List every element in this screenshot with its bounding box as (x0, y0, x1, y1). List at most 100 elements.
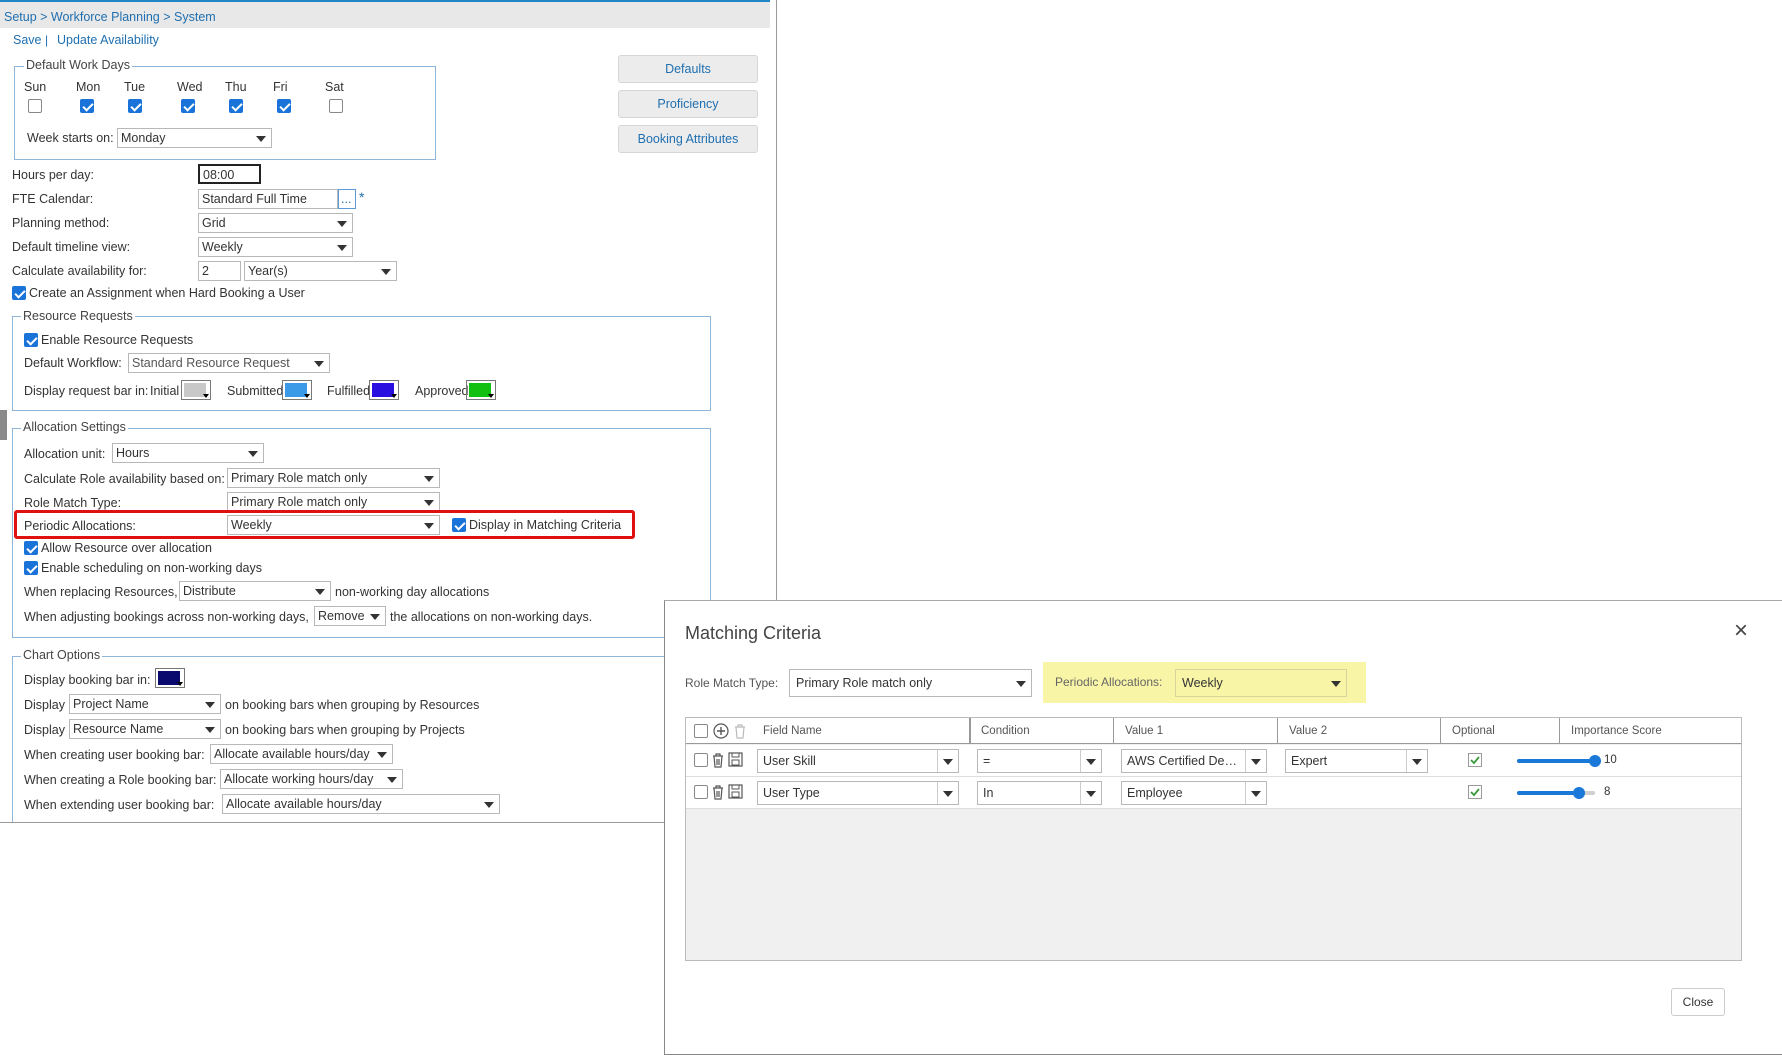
hours-input[interactable]: 08:00 (198, 164, 261, 184)
group-resources-suffix: on booking bars when grouping by Resourc… (225, 698, 480, 712)
booking-bar-color-picker[interactable] (155, 668, 185, 688)
field-name-select[interactable]: User Skill (757, 749, 959, 773)
day-checkbox-tue[interactable] (128, 99, 142, 113)
replacing-select[interactable]: Distribute (179, 581, 331, 601)
role-bar-select[interactable]: Allocate working hours/day (220, 769, 403, 789)
field-name-select[interactable]: User Type (757, 781, 959, 805)
trash-icon[interactable] (711, 784, 725, 800)
role-bar-label: When creating a Role booking bar: (24, 773, 217, 787)
group-projects-select[interactable]: Resource Name (69, 719, 221, 739)
chevron-down-icon (337, 245, 347, 251)
over-allocation-checkbox[interactable] (24, 541, 38, 555)
day-checkbox-wed[interactable] (181, 99, 195, 113)
timeline-select[interactable]: Weekly (198, 237, 353, 257)
value1-select[interactable]: AWS Certified Develop... (1121, 749, 1267, 773)
workflow-select[interactable]: Standard Resource Request (128, 353, 330, 373)
request-color-picker-initial[interactable] (181, 380, 211, 400)
update-availability-link[interactable]: Update Availability (57, 33, 159, 47)
value1-select-value: AWS Certified Develop... (1127, 754, 1243, 768)
save-link[interactable]: Save (13, 33, 42, 47)
group-resources-select[interactable]: Project Name (69, 694, 221, 714)
row-checkbox[interactable] (694, 753, 708, 767)
column-header-field-name: Field Name (763, 725, 822, 737)
display-matching-checkbox[interactable] (452, 518, 466, 532)
save-icon[interactable] (728, 752, 743, 767)
calc-role-select[interactable]: Primary Role match only (227, 468, 440, 488)
fte-input[interactable]: Standard Full Time (198, 189, 338, 209)
extend-bar-select[interactable]: Allocate available hours/day (222, 794, 500, 814)
user-bar-select[interactable]: Allocate available hours/day (210, 744, 393, 764)
chevron-down-icon (1086, 759, 1096, 765)
calc-unit-value: Year(s) (248, 264, 288, 278)
trash-icon[interactable] (711, 752, 725, 768)
adjusting-select[interactable]: Remove (314, 606, 386, 626)
collapse-handle[interactable] (0, 410, 7, 440)
column-divider (970, 718, 971, 744)
condition-select[interactable]: In (977, 781, 1102, 805)
add-icon[interactable] (713, 723, 729, 739)
group-projects-suffix: on booking bars when grouping by Project… (225, 723, 465, 737)
calc-unit-select[interactable]: Year(s) (244, 261, 397, 281)
day-checkbox-fri[interactable] (277, 99, 291, 113)
enable-requests-checkbox[interactable] (24, 333, 38, 347)
fte-browse-button[interactable]: ... (338, 189, 356, 209)
request-color-picker-fulfilled[interactable] (369, 380, 399, 400)
close-button[interactable]: Close (1671, 988, 1725, 1016)
day-checkbox-thu[interactable] (229, 99, 243, 113)
toolbar-separator: | (45, 33, 49, 47)
value1-select-value: Employee (1127, 786, 1183, 800)
breadcrumb: Setup > Workforce Planning > System (0, 0, 770, 28)
slider-thumb[interactable] (1573, 787, 1586, 799)
role-match-select[interactable]: Primary Role match only (227, 492, 440, 512)
optional-checkbox[interactable] (1468, 753, 1482, 767)
chevron-down-icon (424, 523, 434, 529)
column-header-condition: Condition (981, 725, 1030, 737)
close-icon[interactable]: × (1734, 617, 1748, 645)
timeline-value: Weekly (202, 240, 243, 254)
periodic-label: Periodic Allocations: (24, 519, 136, 533)
matching-criteria-dialog: Matching Criteria × Role Match Type: Pri… (664, 600, 1782, 1055)
chevron-down-icon (391, 394, 397, 398)
allocation-unit-label: Allocation unit: (24, 447, 106, 461)
select-all-checkbox[interactable] (694, 724, 708, 738)
divider (937, 750, 938, 772)
booking-bar-label: Display booking bar in: (24, 673, 151, 687)
value1-select[interactable]: Employee (1121, 781, 1267, 805)
check-icon (1470, 788, 1480, 797)
optional-checkbox[interactable] (1468, 785, 1482, 799)
periodic-select[interactable]: Weekly (227, 515, 440, 535)
breadcrumb-text[interactable]: Setup > Workforce Planning > System (4, 10, 216, 24)
defaults-button[interactable]: Defaults (618, 55, 758, 83)
value2-select[interactable]: Expert (1285, 749, 1428, 773)
chevron-down-icon (1412, 759, 1422, 765)
create-assignment-checkbox[interactable] (12, 286, 26, 300)
slider-thumb[interactable] (1589, 755, 1601, 767)
proficiency-button[interactable]: Proficiency (618, 90, 758, 118)
importance-score-value: 8 (1604, 786, 1611, 798)
planning-select[interactable]: Grid (198, 213, 353, 233)
day-label-sun: Sun (24, 80, 47, 94)
modal-role-match-select[interactable]: Primary Role match only (789, 669, 1032, 697)
non-working-checkbox[interactable] (24, 561, 38, 575)
chevron-down-icon (943, 791, 953, 797)
row-checkbox[interactable] (694, 785, 708, 799)
request-color-picker-submitted[interactable] (282, 380, 312, 400)
divider (1080, 750, 1081, 772)
allocation-unit-select[interactable]: Hours (112, 443, 264, 463)
column-header-value-1: Value 1 (1125, 725, 1164, 737)
save-icon[interactable] (728, 784, 743, 799)
divider (1080, 782, 1081, 804)
condition-select[interactable]: = (977, 749, 1102, 773)
chevron-down-icon (177, 682, 183, 686)
slider-fill (1517, 759, 1595, 763)
booking-attributes-button[interactable]: Booking Attributes (618, 125, 758, 153)
day-checkbox-sun[interactable] (28, 99, 42, 113)
day-checkbox-mon[interactable] (80, 99, 94, 113)
calc-number-input[interactable]: 2 (198, 261, 241, 281)
extend-bar-label: When extending user booking bar: (24, 798, 215, 812)
modal-periodic-label: Periodic Allocations: (1055, 675, 1163, 689)
request-color-picker-approved[interactable] (466, 380, 496, 400)
week-starts-select[interactable]: Monday (117, 128, 272, 148)
day-checkbox-sat[interactable] (329, 99, 343, 113)
modal-periodic-select[interactable]: Weekly (1175, 669, 1347, 697)
